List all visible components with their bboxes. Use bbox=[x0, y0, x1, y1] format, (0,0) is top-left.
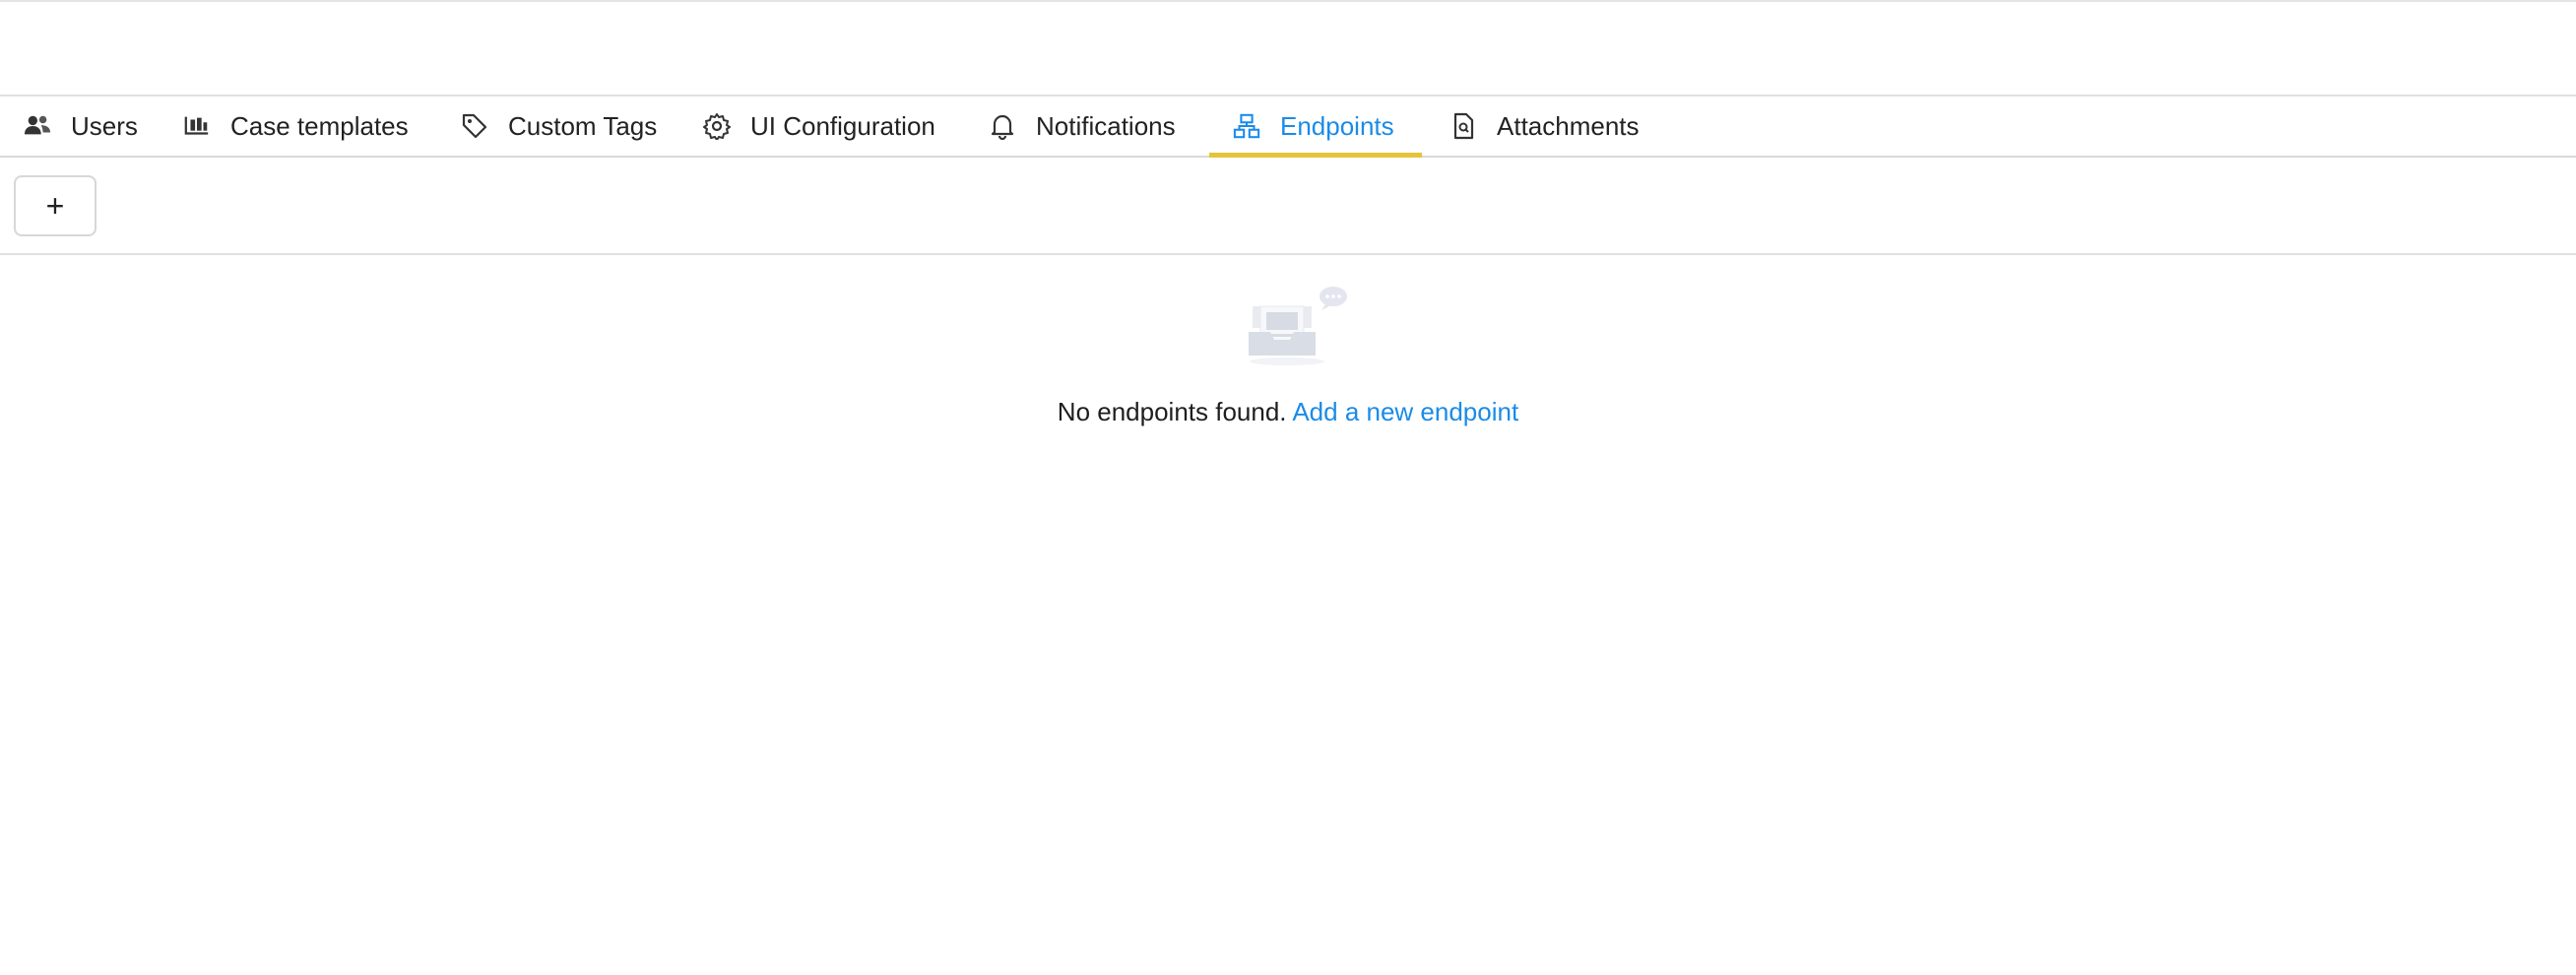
plus-icon: + bbox=[45, 188, 65, 224]
settings-tabs: Users Case templates Custom Tags UI Conf… bbox=[0, 97, 2576, 158]
empty-message-text: No endpoints found. bbox=[1057, 397, 1287, 426]
tab-custom-tags[interactable]: Custom Tags bbox=[437, 97, 680, 156]
tab-notifications[interactable]: Notifications bbox=[965, 97, 1199, 156]
tab-label: UI Configuration bbox=[750, 110, 935, 141]
case-templates-icon bbox=[183, 112, 211, 140]
empty-inbox-icon bbox=[1249, 287, 1347, 365]
empty-state: No endpoints found. Add a new endpoint bbox=[0, 257, 2576, 474]
tab-label: Notifications bbox=[1036, 110, 1176, 141]
tab-label: Users bbox=[71, 110, 138, 141]
bell-icon bbox=[989, 112, 1016, 140]
tab-label: Attachments bbox=[1497, 110, 1640, 141]
endpoints-icon bbox=[1233, 112, 1260, 140]
tab-label: Case templates bbox=[230, 110, 409, 141]
users-icon bbox=[24, 112, 51, 140]
attachment-file-icon bbox=[1449, 112, 1477, 140]
tab-users[interactable]: Users bbox=[0, 97, 161, 156]
tab-ui-configuration[interactable]: UI Configuration bbox=[679, 97, 959, 156]
tag-icon bbox=[461, 112, 488, 140]
tab-endpoints[interactable]: Endpoints bbox=[1209, 97, 1422, 158]
toolbar: + bbox=[0, 158, 2576, 255]
tab-label: Endpoints bbox=[1280, 110, 1394, 141]
tab-case-templates[interactable]: Case templates bbox=[160, 97, 432, 156]
add-endpoint-link[interactable]: Add a new endpoint bbox=[1292, 397, 1518, 426]
tab-attachments[interactable]: Attachments bbox=[1426, 97, 1663, 156]
empty-message: No endpoints found. Add a new endpoint bbox=[0, 397, 2576, 427]
gear-icon bbox=[703, 112, 731, 140]
header-area bbox=[0, 2, 2576, 97]
add-endpoint-button[interactable]: + bbox=[14, 175, 97, 236]
tab-label: Custom Tags bbox=[508, 110, 658, 141]
